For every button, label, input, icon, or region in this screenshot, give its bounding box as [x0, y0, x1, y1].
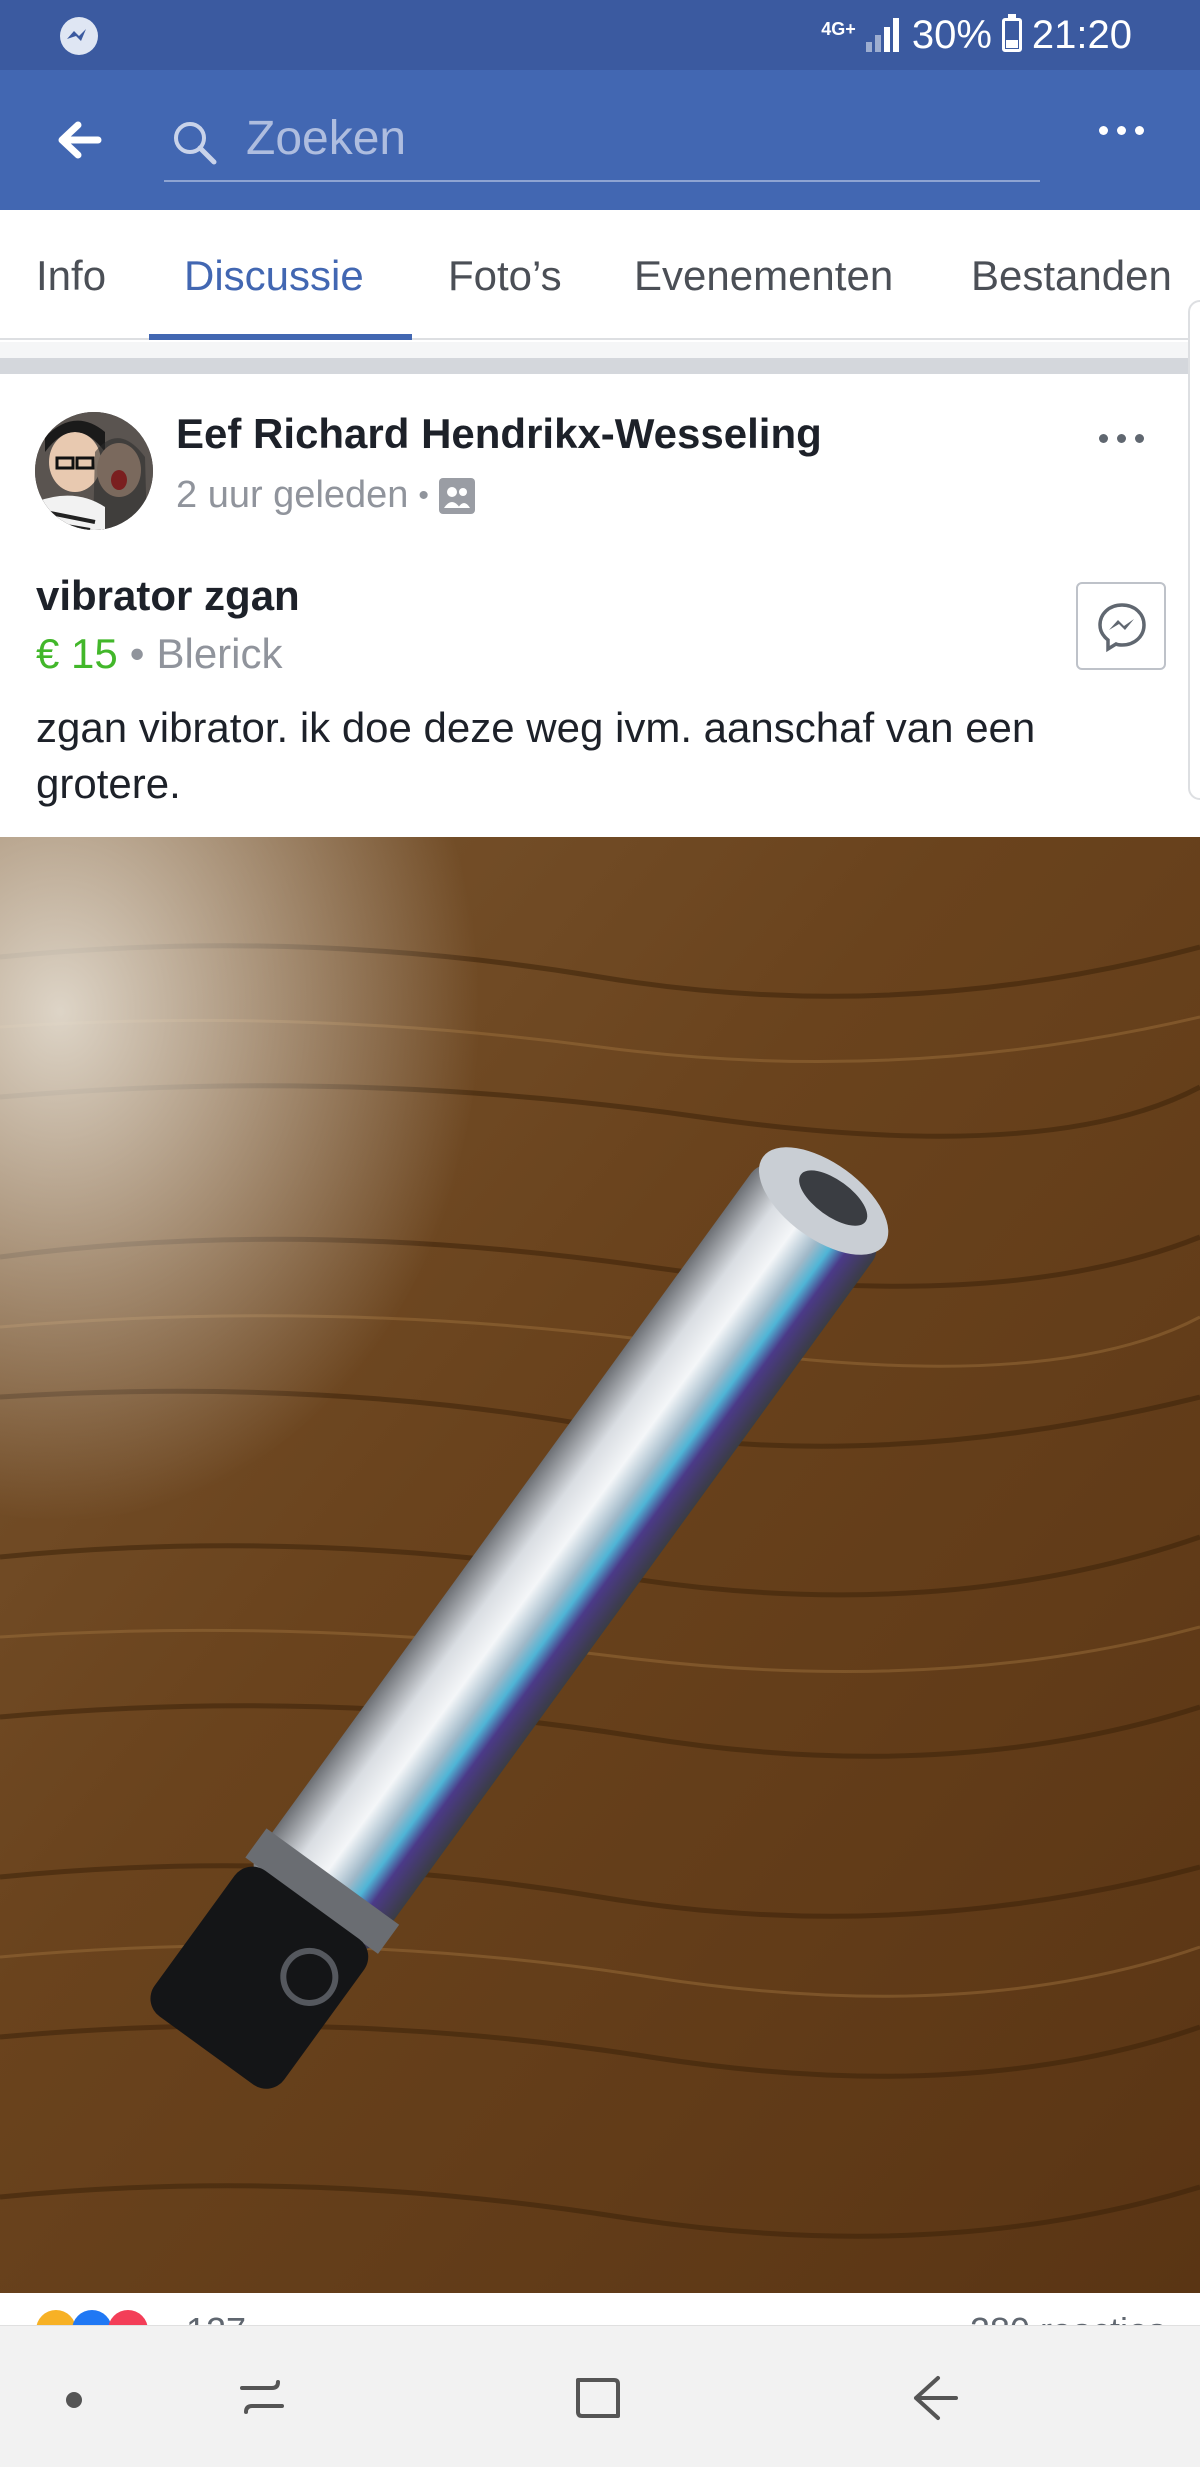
- messenger-icon: [60, 17, 98, 55]
- avatar[interactable]: [35, 412, 153, 530]
- back-arrow-icon[interactable]: [50, 110, 110, 170]
- signal-icon: [865, 18, 902, 52]
- tab-info[interactable]: Info: [36, 210, 106, 340]
- more-horizontal-icon[interactable]: [1099, 126, 1144, 135]
- clock: 21:20: [1031, 12, 1132, 57]
- group-tabs: Info Discussie Foto’s Evenementen Bestan…: [0, 210, 1200, 340]
- item-title: vibrator zgan: [36, 572, 300, 619]
- tab-fotos[interactable]: Foto’s: [448, 210, 562, 340]
- tab-discussie[interactable]: Discussie: [184, 210, 364, 340]
- system-nav-bar: [0, 2325, 1200, 2467]
- post-more-icon[interactable]: [1099, 434, 1144, 443]
- item-description: zgan vibrator. ik doe deze weg ivm. aans…: [36, 704, 1036, 807]
- recents-icon[interactable]: [232, 2368, 292, 2428]
- scrollbar[interactable]: [1188, 300, 1200, 800]
- battery-icon: [1001, 14, 1022, 52]
- home-icon[interactable]: [568, 2368, 628, 2428]
- status-indicators: 4G+ 30% 21:20: [821, 12, 1132, 58]
- group-icon: [438, 477, 475, 514]
- search-input[interactable]: [246, 106, 1006, 170]
- status-bar: 4G+ 30% 21:20: [0, 0, 1200, 70]
- search-icon: [172, 120, 218, 166]
- back-icon[interactable]: [904, 2368, 964, 2428]
- price-location: € 15 • Blerick: [36, 630, 283, 678]
- post-meta: 2 uur geleden •: [176, 474, 475, 517]
- meta-separator: •: [418, 478, 429, 512]
- active-tab-indicator: [149, 334, 412, 340]
- item-location: Blerick: [156, 630, 283, 677]
- tab-evenementen[interactable]: Evenementen: [634, 210, 893, 340]
- messenger-icon: [1098, 603, 1146, 653]
- battery-percent: 30%: [911, 12, 992, 57]
- network-type: 4G+: [821, 19, 856, 39]
- post-time[interactable]: 2 uur geleden: [176, 474, 408, 517]
- item-photo[interactable]: [0, 837, 1200, 2293]
- message-seller-button[interactable]: [1076, 582, 1166, 670]
- marketplace-post: Eef Richard Hendrikx-Wesseling 2 uur gel…: [0, 374, 1200, 2374]
- post-author[interactable]: Eef Richard Hendrikx-Wesseling: [176, 410, 822, 458]
- dot-icon: [66, 2392, 82, 2408]
- price-separator: •: [129, 630, 145, 677]
- tab-bestanden[interactable]: Bestanden: [971, 210, 1172, 340]
- search-header: [0, 70, 1200, 210]
- item-price: € 15: [36, 630, 118, 677]
- section-divider: [0, 342, 1200, 374]
